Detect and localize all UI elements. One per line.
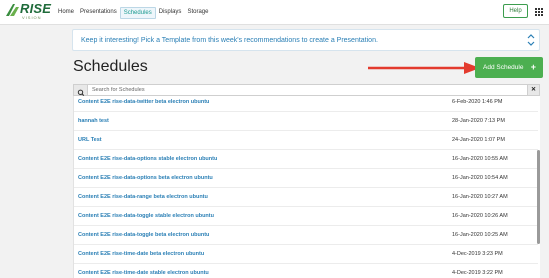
chevron-up-down-icon[interactable] <box>527 33 535 48</box>
red-arrow-annotation <box>368 62 480 74</box>
table-row[interactable]: Content E2E rise-data-toggle beta electr… <box>74 226 538 245</box>
schedule-name-link[interactable]: Content E2E rise-data-options stable ele… <box>78 156 217 162</box>
banner-text: Keep it interesting! Pick a Template fro… <box>81 37 378 44</box>
add-schedule-label: Add Schedule <box>483 64 524 71</box>
clear-search-icon[interactable]: ✕ <box>527 85 539 95</box>
help-button[interactable]: Help <box>503 4 528 18</box>
table-row[interactable]: Content E2E rise-time-date stable electr… <box>74 264 538 278</box>
schedule-name-link[interactable]: hannah test <box>78 118 109 124</box>
add-schedule-button[interactable]: Add Schedule + <box>475 57 543 78</box>
top-navbar: RISE VISION Home Presentations Schedules Di… <box>0 0 549 25</box>
logo-mark-icon <box>6 4 19 16</box>
nav-item-displays[interactable]: Displays <box>156 7 185 19</box>
table-row[interactable]: Content E2E rise-data-toggle stable elec… <box>74 207 538 226</box>
template-recommendation-banner[interactable]: Keep it interesting! Pick a Template fro… <box>72 29 540 51</box>
main-nav: Home Presentations Schedules Displays Storag… <box>55 7 211 19</box>
nav-item-schedules[interactable]: Schedules <box>119 7 156 19</box>
nav-item-storage[interactable]: Storage <box>184 7 211 19</box>
table-row[interactable]: hannah test 28-Jan-2020 7:13 PM <box>74 112 538 131</box>
schedule-name-link[interactable]: Content E2E rise-data-range beta electro… <box>78 194 208 200</box>
grid-icon[interactable] <box>535 8 543 16</box>
table-row[interactable]: Content E2E rise-data-range beta electro… <box>74 188 538 207</box>
schedule-date: 4-Dec-2019 3:23 PM <box>452 251 503 257</box>
logo-subtext: VISION <box>22 15 42 20</box>
search-icon[interactable] <box>74 85 88 96</box>
nav-item-presentations[interactable]: Presentations <box>77 7 120 19</box>
table-row[interactable]: Content E2E rise-data-twitter beta elect… <box>74 96 538 112</box>
schedule-name-link[interactable]: Content E2E rise-time-date stable electr… <box>78 270 209 276</box>
logo-text: RISE <box>20 1 52 16</box>
schedule-name-link[interactable]: Content E2E rise-time-date beta electron… <box>78 251 204 257</box>
schedule-name-link[interactable]: Content E2E rise-data-twitter beta elect… <box>78 99 209 105</box>
table-row[interactable]: URL Test 24-Jan-2020 1:07 PM <box>74 131 538 150</box>
schedule-date: 6-Feb-2020 1:46 PM <box>452 99 503 105</box>
schedule-name-link[interactable]: Content E2E rise-data-toggle beta electr… <box>78 232 209 238</box>
table-row[interactable]: Content E2E rise-data-options stable ele… <box>74 150 538 169</box>
table-row[interactable]: Content E2E rise-time-date beta electron… <box>74 245 538 264</box>
table-row[interactable]: Content E2E rise-data-options beta elect… <box>74 169 538 188</box>
schedule-name-link[interactable]: Content E2E rise-data-toggle stable elec… <box>78 213 214 219</box>
nav-item-home[interactable]: Home <box>55 7 77 19</box>
schedule-date: 16-Jan-2020 10:27 AM <box>452 194 508 200</box>
schedule-date: 28-Jan-2020 7:13 PM <box>452 118 505 124</box>
schedule-date: 16-Jan-2020 10:26 AM <box>452 213 508 219</box>
schedule-date: 16-Jan-2020 10:54 AM <box>452 175 508 181</box>
search-bar: ✕ <box>73 84 540 96</box>
schedule-date: 16-Jan-2020 10:25 AM <box>452 232 508 238</box>
rise-vision-logo[interactable]: RISE VISION <box>6 1 51 23</box>
schedule-list: Content E2E rise-data-twitter beta elect… <box>73 96 540 278</box>
schedule-date: 16-Jan-2020 10:55 AM <box>452 156 508 162</box>
schedule-name-link[interactable]: URL Test <box>78 137 102 143</box>
schedule-date: 24-Jan-2020 1:07 PM <box>452 137 505 143</box>
schedule-date: 4-Dec-2019 3:22 PM <box>452 270 503 276</box>
search-input[interactable] <box>92 85 512 95</box>
scrollbar[interactable] <box>537 150 540 244</box>
plus-icon: + <box>530 62 536 72</box>
schedule-name-link[interactable]: Content E2E rise-data-options beta elect… <box>78 175 213 181</box>
page-title: Schedules <box>73 58 148 75</box>
